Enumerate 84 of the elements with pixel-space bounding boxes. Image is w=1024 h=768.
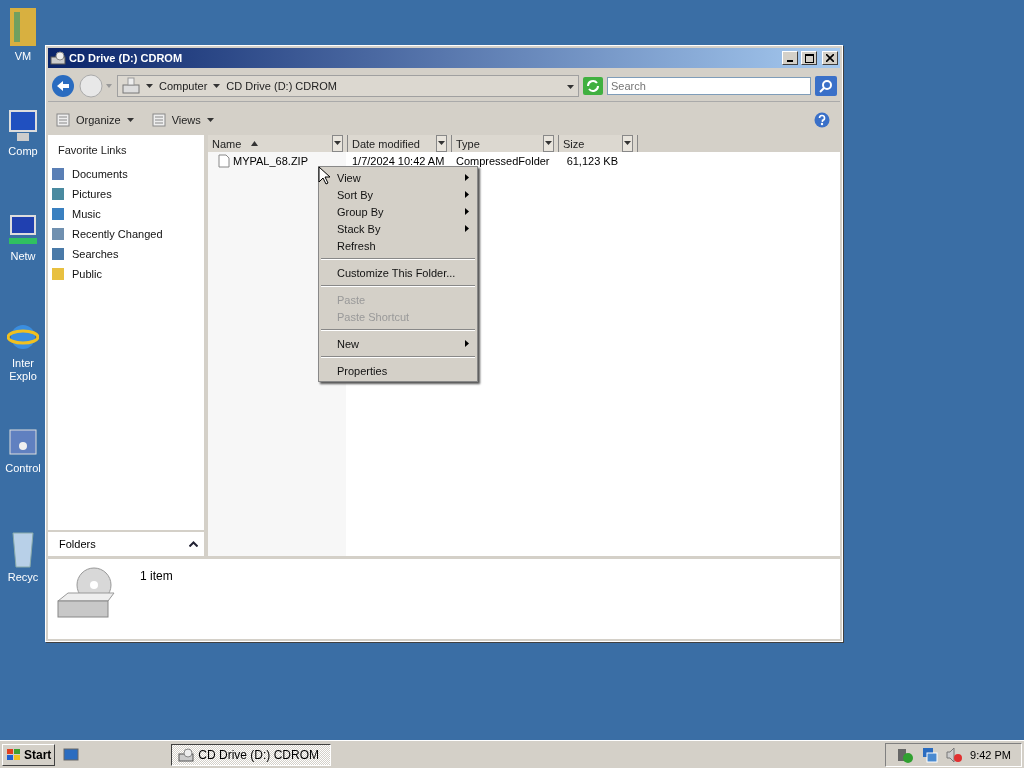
- search-field[interactable]: Search: [607, 77, 811, 95]
- minimize-button[interactable]: [782, 51, 798, 65]
- nav-heading: Favorite Links: [57, 143, 128, 158]
- column-header[interactable]: Name: [208, 135, 348, 152]
- breadcrumb[interactable]: CD Drive (D:) CDROM: [226, 80, 337, 92]
- windows-logo-icon: [6, 747, 22, 762]
- views-icon: [151, 113, 166, 127]
- submenu-arrow-icon: [465, 174, 469, 181]
- folder-icon: [51, 247, 65, 261]
- network-icon[interactable]: [922, 746, 939, 763]
- column-header[interactable]: Size: [559, 135, 638, 152]
- drive-icon: [122, 77, 140, 95]
- back-button[interactable]: [51, 74, 75, 98]
- folders-label: Folders: [59, 538, 96, 550]
- nav-link[interactable]: Searches: [48, 244, 204, 264]
- drive-icon: [50, 51, 66, 65]
- desktop-icon-label[interactable]: Control: [1, 462, 45, 475]
- folder-icon: [51, 167, 65, 181]
- computer-icon: [7, 109, 39, 143]
- desktop-icon-label[interactable]: Inter Explo: [1, 357, 45, 383]
- submenu-arrow-icon: [465, 191, 469, 198]
- desktop-icon-label[interactable]: Comp: [1, 145, 45, 158]
- caret-icon: [206, 117, 214, 123]
- window-title: CD Drive (D:) CDROM: [69, 52, 184, 64]
- maximize-button[interactable]: [801, 51, 817, 65]
- address-bar[interactable]: Computer CD Drive (D:) CDROM: [117, 75, 579, 97]
- nav-link[interactable]: Documents: [48, 164, 204, 184]
- caret-icon: [624, 141, 631, 146]
- folders-bar[interactable]: Folders: [48, 530, 204, 556]
- refresh-button[interactable]: [583, 77, 603, 95]
- desktop-icon-label[interactable]: Recyc: [1, 571, 45, 584]
- table-cell[interactable]: MYPAL_68.ZIP: [208, 153, 348, 168]
- organize-icon: [56, 113, 70, 127]
- submenu-arrow-icon: [465, 340, 469, 347]
- nav-link[interactable]: Recently Changed: [48, 224, 204, 244]
- menu-item[interactable]: Stack By: [319, 220, 477, 237]
- submenu-arrow-icon: [465, 225, 469, 232]
- menu-item[interactable]: Properties: [319, 362, 477, 379]
- table-cell-text: CompressedFolder: [455, 154, 551, 167]
- taskbar-button[interactable]: CD Drive (D:) CDROM: [171, 743, 332, 766]
- nav-link[interactable]: Music: [48, 204, 204, 224]
- desktop-icon-label[interactable]: Netw: [1, 250, 45, 263]
- menu-item[interactable]: New: [319, 335, 477, 352]
- caret-icon: [213, 83, 221, 89]
- pointer-icon: [318, 166, 330, 185]
- nav-link[interactable]: Pictures: [48, 184, 204, 204]
- maximize-icon: [804, 53, 814, 63]
- show-desktop-icon[interactable]: [63, 747, 80, 762]
- caret-icon: [251, 141, 259, 146]
- menu-item[interactable]: Group By: [319, 203, 477, 220]
- chevron-icon: [189, 541, 198, 547]
- nav-link[interactable]: Public: [48, 264, 204, 284]
- caret-icon: [146, 83, 153, 89]
- caret-icon: [567, 85, 574, 90]
- search-icon[interactable]: [815, 76, 837, 96]
- close-button[interactable]: [822, 51, 838, 65]
- close-icon: [826, 54, 834, 62]
- speaker-muted-icon[interactable]: [946, 746, 963, 763]
- caret-icon: [126, 117, 134, 123]
- shield-icon[interactable]: [896, 746, 915, 763]
- table-cell-text: 61,123 KB: [565, 154, 619, 167]
- breadcrumb[interactable]: Computer: [159, 80, 208, 92]
- drive-icon: [178, 747, 195, 762]
- column-header[interactable]: Date modified: [348, 135, 452, 152]
- menu-item[interactable]: Sort By: [319, 186, 477, 203]
- table-cell-text: 1/7/2024 10:42 AM: [351, 154, 446, 167]
- caret-icon: [334, 141, 341, 146]
- help-icon[interactable]: [814, 112, 830, 128]
- submenu-arrow-icon: [465, 208, 469, 215]
- menu-item[interactable]: Refresh: [319, 237, 477, 254]
- caret-icon: [438, 141, 445, 146]
- folder-icon: [51, 227, 65, 241]
- folder-icon: [51, 207, 65, 221]
- organize-button[interactable]: Organize: [54, 111, 136, 129]
- folder-icon: [51, 267, 65, 281]
- clock: 9:42 PM: [970, 748, 1011, 761]
- item-count: 1 item: [139, 568, 173, 585]
- column-header[interactable]: Type: [452, 135, 559, 152]
- menu-item[interactable]: Customize This Folder...: [319, 264, 477, 281]
- caret-icon: [545, 141, 552, 146]
- folder-icon: [51, 187, 65, 201]
- views-button[interactable]: Views: [149, 111, 216, 129]
- start-button[interactable]: Start: [2, 743, 56, 766]
- desktop-icon-label[interactable]: VM: [1, 50, 45, 63]
